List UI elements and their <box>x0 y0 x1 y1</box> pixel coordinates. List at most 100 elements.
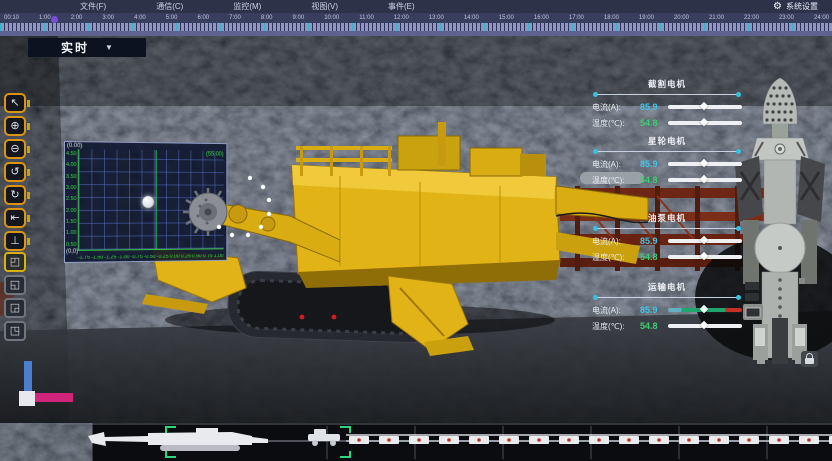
timeline-tick-label: 23:00 <box>779 14 794 22</box>
temperature-slider[interactable] <box>668 324 742 328</box>
pan-axis-tool[interactable]: ⇤ <box>4 208 26 228</box>
motor-panel-title: 运输电机 <box>592 281 742 293</box>
panel-range-slider[interactable] <box>594 94 740 95</box>
tool-icon: ↖ <box>6 95 24 111</box>
rotate-right-tool[interactable]: ↻ <box>4 185 26 205</box>
current-row: 电流(A): 85.9 <box>592 159 742 169</box>
temperature-slider[interactable] <box>668 255 742 259</box>
view-cube-1[interactable]: ◰ <box>4 252 26 272</box>
range-handle-left[interactable] <box>593 92 598 97</box>
timeline-tick-label: 4:00 <box>134 14 146 22</box>
temperature-label: 温度(℃): <box>592 175 636 186</box>
tool-icon: ↻ <box>6 187 24 203</box>
slider-knob[interactable] <box>699 102 707 110</box>
schematic-cutter-head <box>763 78 797 124</box>
temperature-value: 54.8 <box>640 118 664 128</box>
settings-label: 系统设置 <box>786 1 818 12</box>
slider-knob[interactable] <box>699 252 707 260</box>
range-handle-right[interactable] <box>736 295 741 300</box>
timeline-playhead[interactable] <box>51 16 58 23</box>
motor-telemetry-panels: 截割电机 电流(A): 85.9 温度(℃): 54.8 星轮电机 <box>592 78 742 338</box>
temperature-slider[interactable] <box>668 121 742 125</box>
slider-knob[interactable] <box>699 175 707 183</box>
grid-y-tick: 1.00 <box>66 231 78 237</box>
timeline-tick-label: 10:00 <box>324 14 339 22</box>
slider-knob[interactable] <box>699 159 707 167</box>
view-cube-3[interactable]: ◲ <box>4 298 26 318</box>
grid-y-tick: 2.50 <box>66 197 78 202</box>
timeline-tick-label: 16:00 <box>534 14 549 22</box>
mode-selector-dropdown[interactable]: 实时 ▼ <box>28 38 146 57</box>
range-handle-right[interactable] <box>736 92 741 97</box>
temperature-label: 温度(℃): <box>592 252 636 263</box>
current-slider[interactable] <box>668 162 742 166</box>
temperature-value: 54.8 <box>640 175 664 185</box>
slider-knob[interactable] <box>699 236 707 244</box>
temperature-slider[interactable] <box>668 178 742 182</box>
motor-panel: 星轮电机 电流(A): 85.9 温度(℃): 54.8 <box>592 135 742 185</box>
slider-knob[interactable] <box>699 321 707 329</box>
motor-panel-title: 截割电机 <box>592 78 742 90</box>
menu-item-file[interactable]: 文件(F) <box>80 1 106 12</box>
slider-knob[interactable] <box>699 305 707 313</box>
timeline-tick-label: 22:00 <box>744 14 759 22</box>
current-slider[interactable] <box>668 105 742 109</box>
rotate-left-tool[interactable]: ↺ <box>4 162 26 182</box>
select-tool[interactable]: ↖ <box>4 93 26 113</box>
timeline-ruler[interactable] <box>0 23 832 31</box>
view-cube-icon: ◱ <box>6 278 24 293</box>
panel-range-slider[interactable] <box>594 228 740 229</box>
lock-button[interactable] <box>801 351 818 367</box>
cutter-head <box>183 188 227 236</box>
menu-item-monitor[interactable]: 监控(M) <box>233 1 261 12</box>
timeline-tick-label: 00:10 <box>4 14 19 22</box>
range-handle-left[interactable] <box>593 149 598 154</box>
slider-knob[interactable] <box>699 118 707 126</box>
view-cube-2[interactable]: ◱ <box>4 275 26 295</box>
timeline-tick-label: 3:00 <box>102 14 114 22</box>
zoom-out-tool[interactable]: ⊖ <box>4 139 26 159</box>
panel-range-slider[interactable] <box>594 151 740 152</box>
settings-button[interactable]: ⚙ 系统设置 <box>773 0 818 13</box>
timeline-tick-label: 8:00 <box>261 14 273 22</box>
current-label: 电流(A): <box>592 102 636 113</box>
axis-gizmo <box>19 361 79 407</box>
tool-icon: ⊥ <box>6 233 24 249</box>
current-value: 85.9 <box>640 305 664 315</box>
menu-item-comm[interactable]: 通信(C) <box>156 1 183 12</box>
grid-x-tick: -1.00 <box>118 255 130 261</box>
temperature-label: 温度(℃): <box>592 321 636 332</box>
axis-x-bar <box>35 393 73 402</box>
current-slider[interactable] <box>668 308 742 312</box>
current-value: 85.9 <box>640 102 664 112</box>
motor-panel-title: 星轮电机 <box>592 135 742 147</box>
zoom-in-tool[interactable]: ⊕ <box>4 116 26 136</box>
schematic-conveyor <box>772 318 788 364</box>
grid-y-tick: 1.50 <box>66 220 78 226</box>
range-handle-right[interactable] <box>736 226 741 231</box>
mode-selector-value: 实时 <box>61 39 89 56</box>
panel-range-slider[interactable] <box>594 297 740 298</box>
range-handle-left[interactable] <box>593 226 598 231</box>
timeline-labels: 00:101:002:003:004:005:006:007:008:009:0… <box>4 14 829 22</box>
current-slider[interactable] <box>668 239 742 243</box>
level-tool[interactable]: ⊥ <box>4 231 26 251</box>
menu-item-event[interactable]: 事件(E) <box>388 1 415 12</box>
view-cube-4[interactable]: ◳ <box>4 321 26 341</box>
tool-icon: ⊕ <box>6 118 24 134</box>
timeline-tick-label: 21:00 <box>709 14 724 22</box>
range-handle-right[interactable] <box>736 149 741 154</box>
timeline-tick-label: 11:00 <box>359 14 374 22</box>
machine-top-view-schematic <box>733 72 827 364</box>
motor-panel: 油泵电机 电流(A): 85.9 温度(℃): 54.8 <box>592 212 742 262</box>
temperature-label: 温度(℃): <box>592 118 636 129</box>
machine-position-strip[interactable] <box>0 423 832 461</box>
range-handle-left[interactable] <box>593 295 598 300</box>
timeline-tick-label: 24:00 <box>814 14 829 22</box>
timeline-progress-track[interactable] <box>0 31 832 36</box>
grid-y-tick: 4.50 <box>66 152 78 158</box>
chevron-down-icon: ▼ <box>105 43 113 52</box>
menu-item-view[interactable]: 视图(V) <box>311 1 338 12</box>
motor-panel: 截割电机 电流(A): 85.9 温度(℃): 54.8 <box>592 78 742 128</box>
monitoring-app-window: 4.504.003.503.002.502.001.501.000.50 -1.… <box>0 0 832 461</box>
